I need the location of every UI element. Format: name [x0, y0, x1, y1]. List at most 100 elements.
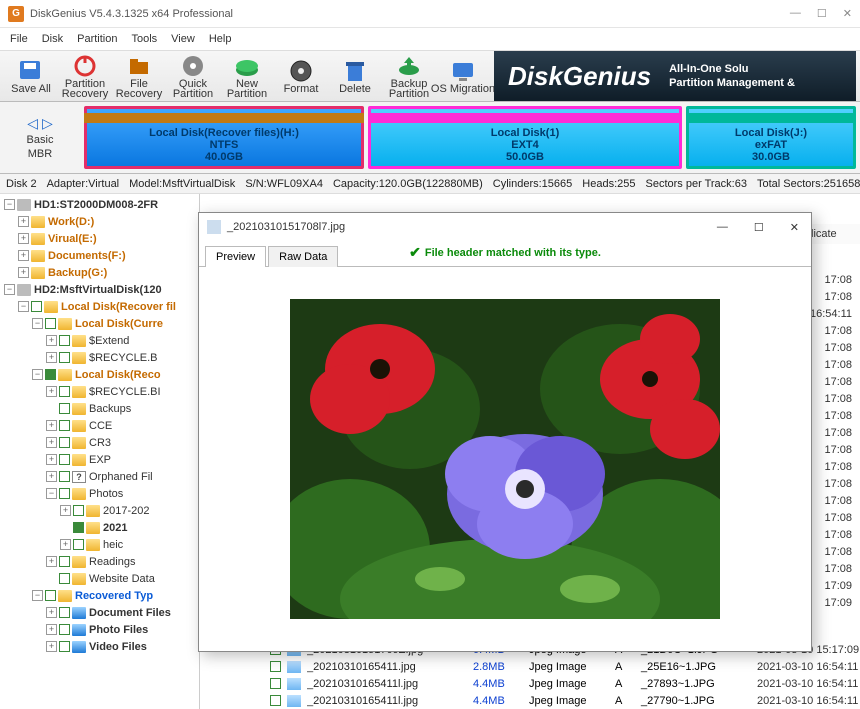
- backup-partition-button[interactable]: Backup Partition: [382, 51, 436, 101]
- menu-file[interactable]: File: [10, 33, 28, 45]
- disk-tree[interactable]: −HD1:ST2000DM008-2FR+Work(D:)+Virual(E:)…: [0, 194, 200, 709]
- file-checkbox[interactable]: [270, 695, 281, 706]
- tree-expander-icon[interactable]: −: [32, 369, 43, 380]
- tree-checkbox[interactable]: [73, 539, 84, 550]
- menu-disk[interactable]: Disk: [42, 33, 63, 45]
- tree-checkbox[interactable]: [45, 369, 56, 380]
- tree-expander-icon[interactable]: +: [46, 471, 57, 482]
- tree-checkbox[interactable]: [59, 573, 70, 584]
- tree-expander-icon[interactable]: +: [46, 437, 57, 448]
- tree-item[interactable]: Website Data: [0, 570, 199, 587]
- tree-expander-icon[interactable]: +: [46, 556, 57, 567]
- tree-checkbox[interactable]: [73, 522, 84, 533]
- tree-item[interactable]: +Virual(E:): [0, 230, 199, 247]
- tree-checkbox[interactable]: [59, 437, 70, 448]
- file-row[interactable]: _20210310165411l.jpg4.4MBJpeg ImageA_277…: [270, 692, 860, 709]
- tree-item[interactable]: Backups: [0, 400, 199, 417]
- partition-block-2[interactable]: Local Disk(J:)exFAT30.0GB: [686, 106, 856, 169]
- tree-checkbox[interactable]: [59, 335, 70, 346]
- tree-expander-icon[interactable]: +: [18, 250, 29, 261]
- tree-item[interactable]: −HD2:MsftVirtualDisk(120: [0, 281, 199, 298]
- file-checkbox[interactable]: [270, 661, 281, 672]
- menu-help[interactable]: Help: [209, 33, 232, 45]
- format-button[interactable]: Format: [274, 51, 328, 101]
- tree-checkbox[interactable]: [59, 607, 70, 618]
- tree-item[interactable]: 2021: [0, 519, 199, 536]
- tree-item[interactable]: +Work(D:): [0, 213, 199, 230]
- new-partition-button[interactable]: New Partition: [220, 51, 274, 101]
- tree-expander-icon[interactable]: +: [46, 352, 57, 363]
- dialog-titlebar[interactable]: _20210310151708l7.jpg — ☐ ✕: [199, 213, 811, 241]
- partition-recovery-button[interactable]: Partition Recovery: [58, 51, 112, 101]
- tree-item[interactable]: +Photo Files: [0, 621, 199, 638]
- tree-expander-icon[interactable]: +: [60, 539, 71, 550]
- os-migration-button[interactable]: OS Migration: [436, 51, 490, 101]
- tree-item[interactable]: −Photos: [0, 485, 199, 502]
- tree-checkbox[interactable]: [73, 505, 84, 516]
- tree-checkbox[interactable]: [31, 301, 42, 312]
- menu-view[interactable]: View: [171, 33, 195, 45]
- partition-block-1[interactable]: Local Disk(1)EXT450.0GB: [368, 106, 682, 169]
- tree-checkbox[interactable]: [59, 454, 70, 465]
- tree-checkbox[interactable]: [59, 624, 70, 635]
- tree-expander-icon[interactable]: +: [18, 233, 29, 244]
- file-recovery-button[interactable]: File Recovery: [112, 51, 166, 101]
- dialog-maximize-button[interactable]: ☐: [750, 221, 768, 234]
- file-row[interactable]: _20210310165411.jpg2.8MBJpeg ImageA_25E1…: [270, 658, 860, 675]
- tree-item[interactable]: +$RECYCLE.B: [0, 349, 199, 366]
- window-minimize-button[interactable]: —: [790, 7, 801, 20]
- partition-block-0[interactable]: Local Disk(Recover files)(H:)NTFS40.0GB: [84, 106, 364, 169]
- tree-item[interactable]: +Backup(G:): [0, 264, 199, 281]
- tree-expander-icon[interactable]: +: [18, 267, 29, 278]
- column-header-fragment[interactable]: licate: [806, 224, 860, 244]
- menu-tools[interactable]: Tools: [131, 33, 157, 45]
- tree-expander-icon[interactable]: −: [4, 199, 15, 210]
- tree-checkbox[interactable]: [59, 641, 70, 652]
- window-maximize-button[interactable]: ☐: [817, 7, 827, 20]
- tree-expander-icon[interactable]: −: [32, 590, 43, 601]
- tree-item[interactable]: −Recovered Typ: [0, 587, 199, 604]
- tree-item[interactable]: +2017-202: [0, 502, 199, 519]
- tree-checkbox[interactable]: [45, 590, 56, 601]
- file-checkbox[interactable]: [270, 678, 281, 689]
- tree-expander-icon[interactable]: −: [46, 488, 57, 499]
- tree-checkbox[interactable]: [59, 386, 70, 397]
- tree-expander-icon[interactable]: +: [46, 454, 57, 465]
- disk-nav-arrows[interactable]: ◁ ▷: [27, 115, 52, 132]
- quick-partition-button[interactable]: Quick Partition: [166, 51, 220, 101]
- tree-item[interactable]: +CCE: [0, 417, 199, 434]
- tree-item[interactable]: +Video Files: [0, 638, 199, 655]
- tree-checkbox[interactable]: [59, 352, 70, 363]
- tree-item[interactable]: +Readings: [0, 553, 199, 570]
- tab-preview[interactable]: Preview: [205, 246, 266, 267]
- save-all-button[interactable]: Save All: [4, 51, 58, 101]
- tree-item[interactable]: +Document Files: [0, 604, 199, 621]
- tree-expander-icon[interactable]: +: [46, 386, 57, 397]
- tree-expander-icon[interactable]: +: [46, 607, 57, 618]
- tree-expander-icon[interactable]: +: [46, 420, 57, 431]
- tree-item[interactable]: −Local Disk(Curre: [0, 315, 199, 332]
- tree-checkbox[interactable]: [59, 556, 70, 567]
- tab-raw-data[interactable]: Raw Data: [268, 246, 338, 267]
- tree-expander-icon[interactable]: −: [4, 284, 15, 295]
- tree-expander-icon[interactable]: +: [46, 335, 57, 346]
- tree-expander-icon[interactable]: +: [46, 624, 57, 635]
- tree-checkbox[interactable]: [59, 403, 70, 414]
- tree-checkbox[interactable]: [59, 488, 70, 499]
- tree-item[interactable]: +Documents(F:): [0, 247, 199, 264]
- menu-partition[interactable]: Partition: [77, 33, 117, 45]
- tree-expander-icon[interactable]: +: [18, 216, 29, 227]
- tree-checkbox[interactable]: [59, 420, 70, 431]
- tree-expander-icon[interactable]: +: [46, 641, 57, 652]
- tree-item[interactable]: +$RECYCLE.BI: [0, 383, 199, 400]
- tree-item[interactable]: +EXP: [0, 451, 199, 468]
- tree-item[interactable]: −Local Disk(Recover fil: [0, 298, 199, 315]
- tree-checkbox[interactable]: [45, 318, 56, 329]
- window-close-button[interactable]: ✕: [843, 7, 852, 20]
- tree-item[interactable]: −HD1:ST2000DM008-2FR: [0, 196, 199, 213]
- tree-checkbox[interactable]: [59, 471, 70, 482]
- tree-expander-icon[interactable]: −: [32, 318, 43, 329]
- tree-item[interactable]: +CR3: [0, 434, 199, 451]
- tree-expander-icon[interactable]: −: [18, 301, 29, 312]
- tree-item[interactable]: +heic: [0, 536, 199, 553]
